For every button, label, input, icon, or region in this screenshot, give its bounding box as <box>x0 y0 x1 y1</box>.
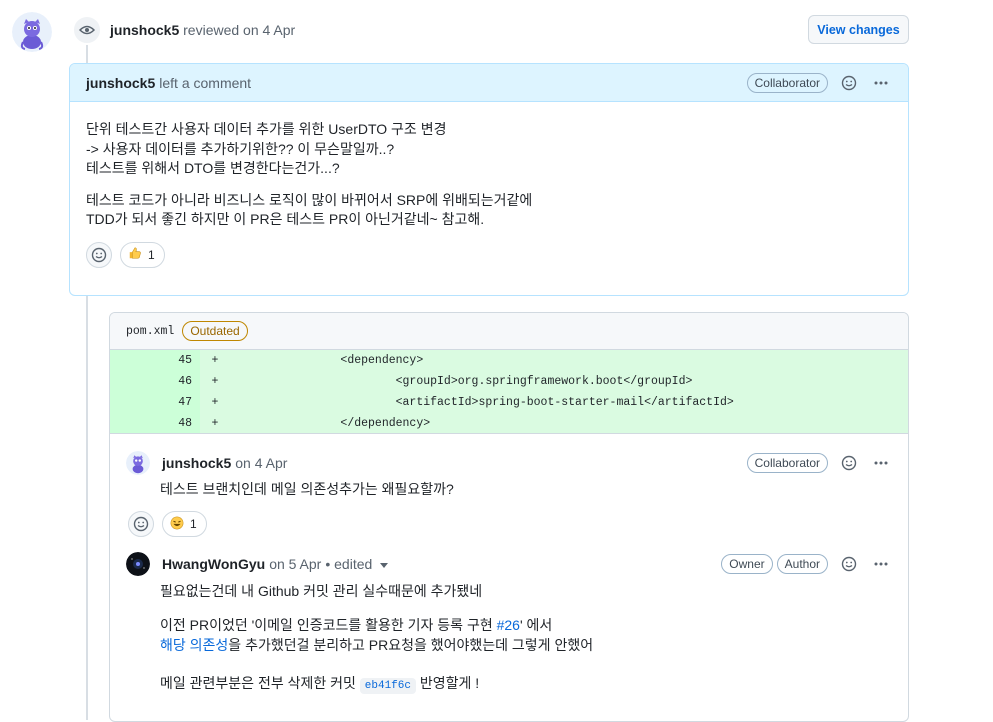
edited-label: • edited <box>325 556 373 572</box>
kebab-menu-icon[interactable] <box>870 553 892 575</box>
edited-dropdown[interactable]: • edited <box>325 556 389 572</box>
owner-badge: Owner <box>721 554 773 574</box>
reply-text: 반영할게 ! <box>416 675 480 691</box>
thread-reply: HwangWonGyu on 5 Apr • edited Owner Auth… <box>110 537 908 696</box>
reply-text: 메일 관련부분은 전부 삭제한 커밋 <box>160 675 360 691</box>
reply-text: 을 추가했던걸 분리하고 PR요청을 했어야했는데 그렇게 안했어 <box>228 637 594 653</box>
review-author[interactable]: junshock5 <box>110 22 179 38</box>
reply-author[interactable]: HwangWonGyu <box>162 556 265 572</box>
review-thread: pom.xml Outdated 45 + <dependency> 46 + … <box>109 312 909 722</box>
diff-line: 46 + <groupId>org.springframework.boot</… <box>110 371 908 392</box>
reviewer-avatar[interactable] <box>12 12 52 52</box>
smiley-icon[interactable] <box>838 72 860 94</box>
commit-sha-link[interactable]: eb41f6c <box>359 678 416 694</box>
diff-line: 47 + <artifactId>spring-boot-starter-mai… <box>110 392 908 413</box>
reaction-count: 1 <box>148 247 155 262</box>
review-summary: junshock5 reviewed on 4 Apr <box>110 22 295 38</box>
outdated-badge: Outdated <box>182 321 248 341</box>
reply-text: 이전 PR이었던 '이메일 인증코드를 활용한 기자 등록 구현 <box>160 617 497 633</box>
reply-header: HwangWonGyu on 5 Apr • edited Owner Auth… <box>126 549 892 579</box>
comment-body: 단위 테스트간 사용자 데이터 추가를 위한 UserDTO 구조 변경 -> … <box>70 102 908 230</box>
diff-sign: + <box>211 396 219 409</box>
diff-line: 45 + <dependency> <box>110 350 908 371</box>
diff-code: <groupId>org.springframework.boot</group… <box>230 375 693 388</box>
diff-file-header: pom.xml Outdated <box>110 313 908 350</box>
view-changes-button[interactable]: View changes <box>808 15 909 44</box>
reply-body: 필요없는건데 내 Github 커밋 관리 실수때문에 추가됐네 이전 PR이었… <box>126 581 892 696</box>
diff-code: </dependency> <box>230 416 431 430</box>
reply-text: ' 에서 <box>519 617 553 633</box>
reply-body: 테스트 브랜치인데 메일 의존성추가는 왜필요할까? <box>126 479 892 499</box>
eye-icon <box>72 15 102 45</box>
comment-line: 테스트 코드가 아니라 비즈니스 로직이 많이 바뀌어서 SRP에 위배되는거같… <box>86 191 533 208</box>
reply-text: 테스트 브랜치인데 메일 의존성추가는 왜필요할까? <box>160 481 454 497</box>
kebab-menu-icon[interactable] <box>870 72 892 94</box>
thread-reply: junshock5 on 4 Apr Collaborator 테스트 브랜치인… <box>110 434 908 537</box>
comment-reactions: 1 <box>70 241 908 268</box>
review-action: reviewed on 4 Apr <box>183 22 296 38</box>
comment-line: 단위 테스트간 사용자 데이터 추가를 위한 UserDTO 구조 변경 <box>86 121 447 137</box>
comment-action: left a comment <box>159 74 252 91</box>
comment-line: 테스트를 위해서 DTO를 변경한다는건가...? <box>86 160 340 176</box>
reply-header: junshock5 on 4 Apr Collaborator <box>126 448 892 478</box>
diff-line: 48 + </dependency> <box>110 413 908 434</box>
comment-author[interactable]: junshock5 <box>86 75 155 91</box>
reply-time[interactable]: on 4 Apr <box>235 455 287 471</box>
diff-code: <dependency> <box>230 354 424 367</box>
review-event: junshock5 reviewed on 4 Apr <box>72 14 912 46</box>
diff-sign: + <box>211 375 219 388</box>
line-number: 47 <box>110 392 200 413</box>
reply-time[interactable]: on 5 Apr <box>269 556 321 572</box>
reaction-count: 1 <box>190 517 197 531</box>
line-number: 46 <box>110 371 200 392</box>
collaborator-badge: Collaborator <box>746 72 828 93</box>
reply-reactions: 1 <box>126 511 892 537</box>
diff-file-name[interactable]: pom.xml <box>126 325 174 338</box>
line-number: 45 <box>110 350 200 371</box>
line-number: 48 <box>110 413 200 433</box>
review-comment: junshock5 left a comment Collaborator 단위… <box>69 63 909 296</box>
dependency-link[interactable]: 해당 의존성 <box>160 637 228 653</box>
thumbs-up-reaction[interactable]: 1 <box>120 241 165 268</box>
reply-author[interactable]: junshock5 <box>162 455 231 471</box>
smiley-icon[interactable] <box>838 452 860 474</box>
chevron-down-icon <box>380 562 389 568</box>
add-reaction-button[interactable] <box>128 511 154 537</box>
diff-sign: + <box>211 354 219 367</box>
laugh-reaction[interactable]: 1 <box>162 511 207 537</box>
comment-line: -> 사용자 데이터를 추가하기위한?? 이 무슨말일까..? <box>86 140 395 157</box>
comment-line: TDD가 되서 좋긴 하지만 이 PR은 테스트 PR이 아닌거같네~ 참고해. <box>86 211 485 227</box>
reply-avatar[interactable] <box>126 552 150 576</box>
thumbs-up-icon <box>128 246 142 263</box>
kebab-menu-icon[interactable] <box>870 452 892 474</box>
smiley-icon[interactable] <box>838 553 860 575</box>
author-badge: Author <box>776 554 828 574</box>
reply-avatar[interactable] <box>126 451 150 475</box>
comment-header: junshock5 left a comment Collaborator <box>70 64 908 102</box>
reply-paragraph: 필요없는건데 내 Github 커밋 관리 실수때문에 추가됐네 <box>160 583 483 599</box>
add-reaction-button[interactable] <box>86 241 112 268</box>
pr-link[interactable]: #26 <box>497 617 520 633</box>
laugh-emoji-icon <box>170 516 184 533</box>
diff-code: <artifactId>spring-boot-starter-mail</ar… <box>230 396 734 409</box>
collaborator-badge: Collaborator <box>746 453 828 473</box>
diff-sign: + <box>211 416 219 430</box>
